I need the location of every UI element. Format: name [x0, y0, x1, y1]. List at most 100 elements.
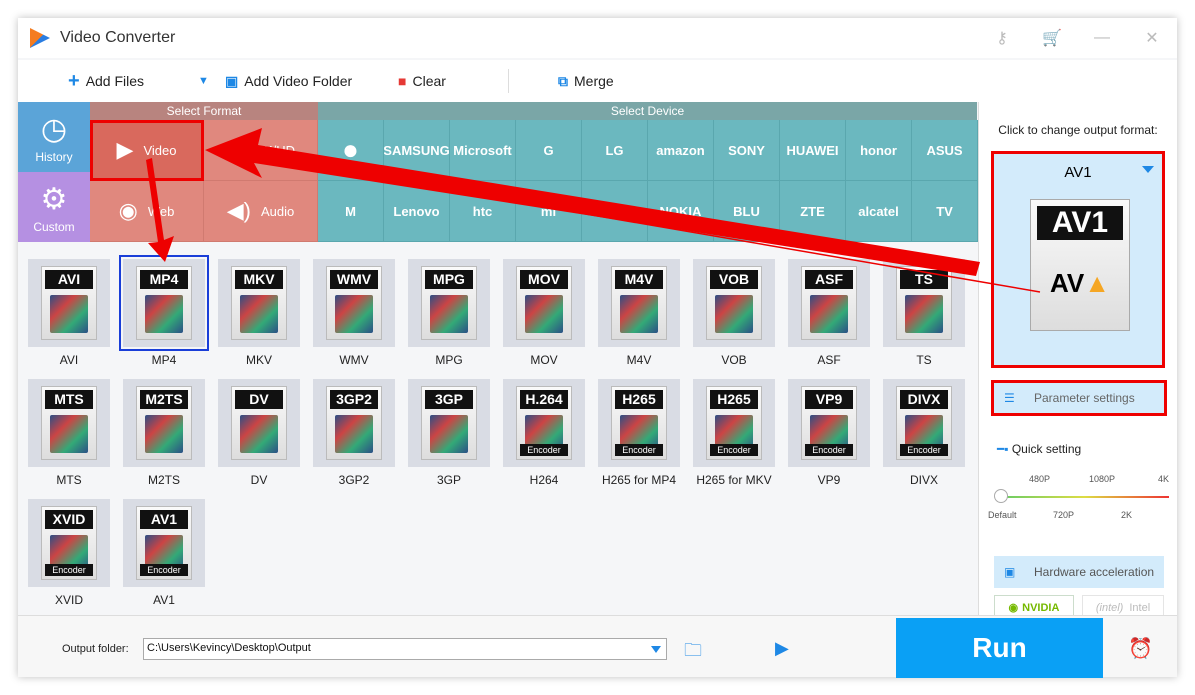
- format-item-xvid[interactable]: XVID Encoder XVID: [28, 499, 110, 607]
- format-thumbnail: MTS: [28, 379, 110, 467]
- format-item-h265-for-mp4[interactable]: H265 Encoder H265 for MP4: [598, 379, 680, 487]
- device-brand-blu[interactable]: BLU: [714, 181, 780, 242]
- select-format-header: Select Format: [90, 102, 318, 120]
- format-art-icon: [905, 295, 943, 333]
- quality-slider[interactable]: 480P 1080P 4K Default 720P 2K: [988, 472, 1169, 522]
- format-label: VP9: [817, 473, 841, 487]
- dropdown-caret-icon[interactable]: [1142, 166, 1154, 173]
- slider-handle[interactable]: [994, 489, 1008, 503]
- format-item-h265-for-mkv[interactable]: H265 Encoder H265 for MKV: [693, 379, 775, 487]
- format-label: AV1: [153, 593, 175, 607]
- title-bar: Video Converter ⚷ 🛒 — ✕: [18, 18, 1177, 58]
- chrome-icon: ◉: [118, 198, 138, 223]
- add-files-button[interactable]: + Add Files: [68, 70, 144, 93]
- format-category-video[interactable]: ▶ Video: [90, 120, 204, 181]
- alarm-clock-icon[interactable]: ⏰: [1128, 636, 1153, 661]
- device-brand-amazon[interactable]: amazon: [648, 120, 714, 181]
- custom-tab[interactable]: ⚙ Custom: [18, 172, 90, 242]
- parameter-settings-button[interactable]: ☰ Parameter settings: [991, 380, 1167, 416]
- device-brand-sony[interactable]: SONY: [714, 120, 780, 181]
- format-item-vp9[interactable]: VP9 Encoder VP9: [788, 379, 870, 487]
- device-brand-mi[interactable]: mi: [516, 181, 582, 242]
- toolbar: + Add Files ▼ ▣ Add Video Folder ■ Clear ⧉ M…: [18, 60, 1177, 102]
- device-brand-g[interactable]: G: [516, 120, 582, 181]
- device-brand-alcatel[interactable]: alcatel: [846, 181, 912, 242]
- format-art-icon: [145, 295, 183, 333]
- format-item-divx[interactable]: DIVX Encoder DIVX: [883, 379, 965, 487]
- format-art-icon: [335, 415, 373, 453]
- format-label: XVID: [54, 593, 83, 607]
- device-brand-lenovo[interactable]: Lenovo: [384, 181, 450, 242]
- format-art-icon: [525, 295, 563, 333]
- clear-button[interactable]: ■ Clear: [398, 73, 446, 89]
- format-thumbnail: H265 Encoder: [598, 379, 680, 467]
- format-art-icon: [50, 295, 88, 333]
- format-item-asf[interactable]: ASF ASF: [788, 259, 870, 367]
- key-icon[interactable]: ⚷: [977, 28, 1027, 48]
- format-thumbnail: TS: [883, 259, 965, 347]
- format-thumbnail: H.264 Encoder: [503, 379, 585, 467]
- cart-icon[interactable]: 🛒: [1027, 28, 1077, 48]
- dropdown-arrow-icon[interactable]: ▼: [198, 75, 209, 87]
- merge-button[interactable]: ⧉ Merge: [558, 73, 614, 90]
- format-label: DV: [250, 473, 268, 487]
- run-button[interactable]: Run: [896, 618, 1103, 678]
- output-format-selector[interactable]: AV1 AV1 AV▲: [991, 151, 1165, 368]
- history-tab[interactable]: ◷ History: [18, 102, 90, 172]
- device-brand-asus[interactable]: ASUS: [912, 120, 978, 181]
- device-brand-zte[interactable]: ZTE: [780, 181, 846, 242]
- output-folder-input[interactable]: C:\Users\Kevincy\Desktop\Output: [143, 638, 667, 660]
- close-button[interactable]: ✕: [1127, 28, 1177, 48]
- device-brand-m[interactable]: M: [318, 181, 384, 242]
- format-category-audio[interactable]: ◀) Audio: [204, 181, 318, 242]
- format-category-4k-hd[interactable]: ⬚ 4K/HD: [204, 120, 318, 181]
- device-brand-htc[interactable]: htc: [450, 181, 516, 242]
- format-art-icon: [430, 295, 468, 333]
- device-brand-apple[interactable]: ●: [318, 120, 384, 181]
- format-item-m2ts[interactable]: M2TS M2TS: [123, 379, 205, 487]
- format-item-3gp[interactable]: 3GP 3GP: [408, 379, 490, 487]
- format-item-3gp2[interactable]: 3GP2 3GP2: [313, 379, 395, 487]
- format-category-web[interactable]: ◉ Web: [90, 181, 204, 242]
- app-logo-icon: [30, 28, 50, 48]
- format-item-mpg[interactable]: MPG MPG: [408, 259, 490, 367]
- format-item-ts[interactable]: TS TS: [883, 259, 965, 367]
- format-item-mts[interactable]: MTS MTS: [28, 379, 110, 487]
- format-item-vob[interactable]: VOB VOB: [693, 259, 775, 367]
- minimize-button[interactable]: —: [1077, 29, 1127, 47]
- format-item-mov[interactable]: MOV MOV: [503, 259, 585, 367]
- device-brand-microsoft[interactable]: Microsoft: [450, 120, 516, 181]
- format-grid: AVI AVI MP4 MP4 MKV MKV WMV WMV MPG MPG MOV MOV M4V M…: [18, 242, 977, 615]
- add-video-folder-button[interactable]: ▣ Add Video Folder: [225, 73, 352, 90]
- device-brand-nokia[interactable]: NOKIA: [648, 181, 714, 242]
- device-brand-honor[interactable]: honor: [846, 120, 912, 181]
- format-art-icon: [715, 295, 753, 333]
- device-brand-lg[interactable]: LG: [582, 120, 648, 181]
- format-item-h264[interactable]: H.264 Encoder H264: [503, 379, 585, 487]
- open-folder-icon[interactable]: 🗀: [684, 638, 702, 668]
- format-label: TS: [916, 353, 932, 367]
- plus-icon: +: [68, 69, 80, 92]
- device-brand-samsung[interactable]: SAMSUNG: [384, 120, 450, 181]
- video-folder-icon[interactable]: ▶: [775, 638, 789, 659]
- device-brand-1[interactable]: 1+: [582, 181, 648, 242]
- format-item-mp4[interactable]: MP4 MP4: [119, 255, 209, 367]
- format-label: MPG: [435, 353, 463, 367]
- format-item-m4v[interactable]: M4V M4V: [598, 259, 680, 367]
- history-icon: ◷: [40, 113, 68, 146]
- format-thumbnail: AVI: [28, 259, 110, 347]
- format-label: MTS: [56, 473, 82, 487]
- device-brand-huawei[interactable]: HUAWEI: [780, 120, 846, 181]
- format-item-av1[interactable]: AV1 Encoder AV1: [123, 499, 205, 607]
- format-item-dv[interactable]: DV DV: [218, 379, 300, 487]
- device-brand-tv[interactable]: TV: [912, 181, 978, 242]
- format-item-wmv[interactable]: WMV WMV: [313, 259, 395, 367]
- format-item-avi[interactable]: AVI AVI: [28, 259, 110, 367]
- format-item-mkv[interactable]: MKV MKV: [218, 259, 300, 367]
- app-title: Video Converter: [60, 29, 176, 46]
- format-thumbnail: M4V: [598, 259, 680, 347]
- format-thumbnail: MKV: [218, 259, 300, 347]
- dropdown-arrow-icon[interactable]: [651, 646, 661, 653]
- format-label: MP4: [151, 353, 177, 367]
- format-label: 3GP2: [338, 473, 370, 487]
